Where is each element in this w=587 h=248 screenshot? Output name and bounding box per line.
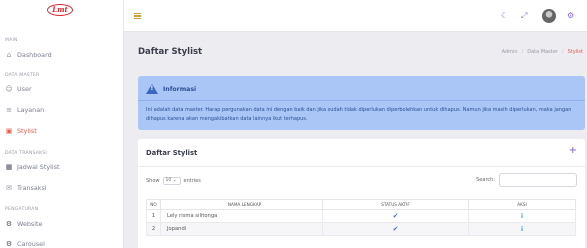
table-header-row: NO NAMA LENGKAP STATUS AKTIF AKSI	[146, 199, 576, 210]
sidebar-item-label: Dashboard	[17, 51, 52, 59]
sidebar: Lmt MAIN ⌂ Dashboard DATA MASTER ☺ User …	[0, 0, 124, 248]
column-header-no[interactable]: NO	[146, 199, 161, 210]
breadcrumb: Admin / Data Master / Stylist	[501, 49, 583, 55]
section-data-master: DATA MASTER	[5, 73, 40, 78]
table-row: 2 Jopandi ✔ i	[146, 222, 576, 236]
entries-label: entries	[183, 178, 201, 184]
card-title: Daftar Stylist	[146, 149, 198, 157]
sidebar-item-label: Website	[17, 220, 43, 228]
gears-icon: ⚙	[5, 240, 13, 248]
section-main: MAIN	[5, 38, 18, 43]
column-header-status[interactable]: STATUS AKTIF	[322, 199, 469, 210]
entries-select[interactable]: 10 ⌄	[162, 177, 181, 185]
page-header: Daftar Stylist Admin / Data Master / Stylist	[138, 47, 585, 61]
menu-icon[interactable]	[134, 13, 141, 19]
sidebar-item-label: Jadwal Stylist	[17, 163, 60, 171]
sidebar-item-layanan[interactable]: ≡ Layanan	[5, 106, 44, 114]
info-alert: ! Informasi Ini adalah data master. Hara…	[138, 76, 585, 130]
list-icon: ≡	[6, 106, 12, 114]
avatar[interactable]	[542, 9, 556, 23]
brand-logo[interactable]: Lmt	[47, 4, 73, 16]
breadcrumb-data-master[interactable]: Data Master	[527, 49, 558, 55]
search-label: Search:	[476, 177, 495, 183]
sidebar-item-transaksi[interactable]: ✉ Transaksi	[5, 184, 47, 192]
table-search: Search:	[476, 173, 577, 187]
sidebar-item-label: Carousel	[17, 240, 45, 248]
stylist-card: Daftar Stylist + Show 10 ⌄ entries Searc…	[138, 139, 585, 248]
check-icon: ✔	[392, 225, 399, 233]
add-stylist-button[interactable]: +	[569, 146, 577, 156]
cell-name: Lely risma silitonga	[160, 209, 323, 223]
briefcase-icon: ▣	[5, 127, 13, 135]
info-button[interactable]: i	[521, 226, 523, 233]
show-label: Show	[146, 178, 160, 184]
table-row: 1 Lely risma silitonga ✔ i	[146, 209, 576, 223]
settings-icon[interactable]: ⚙	[567, 12, 574, 20]
sidebar-item-jadwal-stylist[interactable]: ▦ Jadwal Stylist	[5, 163, 60, 171]
show-entries: Show 10 ⌄ entries	[146, 177, 201, 185]
gears-icon: ⚙	[5, 220, 13, 228]
home-icon: ⌂	[6, 51, 12, 59]
sidebar-item-label: User	[17, 85, 32, 93]
section-data-transaksi: DATA TRANSAKSI	[5, 151, 47, 156]
calendar-icon: ▦	[5, 163, 13, 171]
alert-title: Informasi	[163, 85, 197, 93]
cell-no: 1	[146, 209, 161, 223]
cell-no: 2	[146, 222, 161, 236]
sidebar-item-label: Stylist	[17, 127, 37, 135]
cell-name: Jopandi	[160, 222, 323, 236]
alert-text: Ini adalah data master. Harap pergunakan…	[146, 107, 572, 122]
stylist-table: NO NAMA LENGKAP STATUS AKTIF AKSI 1 Lely…	[146, 199, 576, 236]
sidebar-item-website[interactable]: ⚙ Website	[5, 220, 43, 228]
sidebar-item-stylist[interactable]: ▣ Stylist	[5, 127, 37, 135]
column-header-aksi: AKSI	[468, 199, 576, 210]
sidebar-item-carousel[interactable]: ⚙ Carousel	[5, 240, 45, 248]
sidebar-item-label: Layanan	[17, 106, 45, 114]
search-input[interactable]	[499, 173, 577, 187]
info-button[interactable]: i	[521, 213, 523, 220]
card-divider	[138, 166, 585, 167]
topbar: ☾ ⤢ ⚙	[124, 0, 587, 32]
section-pengaturan: PENGATURAN	[5, 207, 39, 212]
warning-icon: !	[146, 84, 158, 94]
breadcrumb-admin[interactable]: Admin	[502, 49, 518, 55]
expand-icon[interactable]: ⤢	[521, 12, 527, 20]
sidebar-item-user[interactable]: ☺ User	[5, 85, 32, 93]
users-icon: ☺	[5, 85, 13, 93]
column-header-nama[interactable]: NAMA LENGKAP	[160, 199, 323, 210]
mail-icon: ✉	[6, 184, 12, 192]
alert-header: ! Informasi	[146, 84, 196, 94]
page-title: Daftar Stylist	[138, 47, 203, 57]
check-icon: ✔	[392, 212, 399, 220]
alert-divider	[138, 100, 585, 101]
sidebar-item-label: Transaksi	[17, 184, 47, 192]
breadcrumb-current: Stylist	[567, 49, 583, 55]
sidebar-item-dashboard[interactable]: ⌂ Dashboard	[5, 51, 52, 59]
moon-icon[interactable]: ☾	[501, 12, 508, 20]
